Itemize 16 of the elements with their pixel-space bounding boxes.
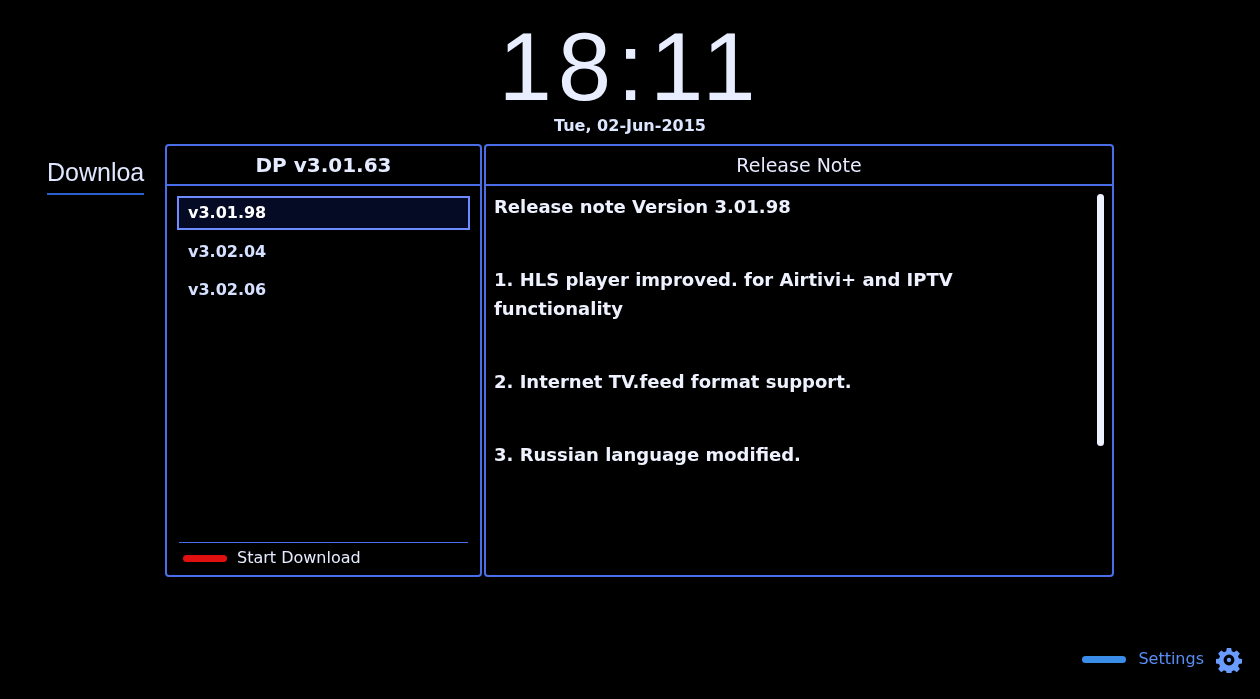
- clock-date: Tue, 02-Jun-2015: [554, 115, 706, 137]
- release-note-line: 1. HLS player improved. for Airtivi+ and IPTV functionality: [494, 268, 954, 321]
- panel-title: Release Note: [486, 146, 1112, 186]
- release-note-line: 3. Russian language modified.: [494, 443, 802, 467]
- version-item[interactable]: v3.02.04: [177, 236, 470, 268]
- release-note-line: 2. Internet TV.feed format support.: [494, 370, 853, 394]
- version-item[interactable]: v3.01.98: [177, 196, 470, 230]
- start-download-hint: Start Download: [237, 547, 361, 569]
- panel-title: DP v3.01.63: [167, 146, 480, 186]
- settings-hint: Settings: [1138, 648, 1204, 670]
- settings-icon[interactable]: [1216, 647, 1242, 673]
- version-item[interactable]: v3.02.06: [177, 274, 470, 306]
- release-note-line: Release note Version 3.01.98: [494, 195, 792, 219]
- clock-time: 18:11: [498, 22, 762, 112]
- page-title: Downloa: [47, 154, 145, 195]
- scrollbar[interactable]: [1097, 194, 1104, 446]
